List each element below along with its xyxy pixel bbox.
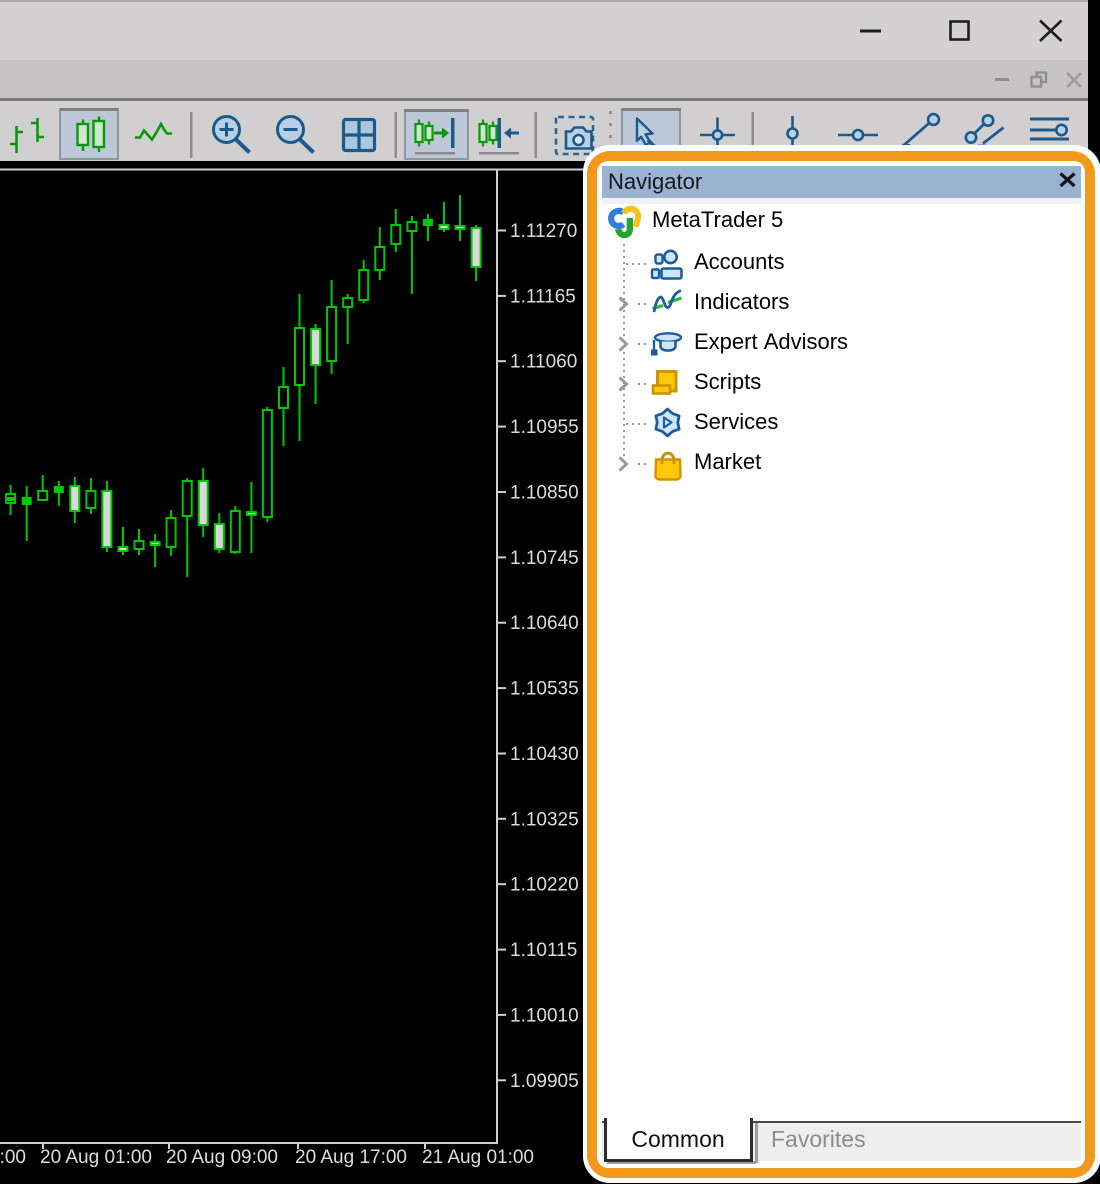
svg-text:1.10010: 1.10010 [510,1005,579,1026]
svg-text:1.09905: 1.09905 [510,1071,579,1092]
svg-text:21 Aug 01:00: 21 Aug 01:00 [422,1147,534,1168]
svg-text:19 Aug 17:00: 19 Aug 17:00 [0,1147,26,1168]
svg-text:1.10115: 1.10115 [510,940,577,961]
svg-text:1.11165: 1.11165 [510,286,576,307]
svg-text:1.10220: 1.10220 [510,875,579,896]
svg-text:1.11270: 1.11270 [510,221,577,242]
svg-text:1.10850: 1.10850 [510,483,579,504]
svg-text:1.10325: 1.10325 [510,809,579,830]
svg-text:1.10640: 1.10640 [510,613,579,634]
svg-text:1.10535: 1.10535 [510,679,579,700]
svg-text:1.10745: 1.10745 [510,548,579,569]
svg-text:1.11060: 1.11060 [510,352,577,373]
svg-text:1.10430: 1.10430 [510,744,579,765]
svg-text:1.10955: 1.10955 [510,417,579,438]
svg-text:20 Aug 01:00: 20 Aug 01:00 [40,1147,152,1168]
svg-text:20 Aug 09:00: 20 Aug 09:00 [166,1147,278,1168]
svg-text:20 Aug 17:00: 20 Aug 17:00 [295,1147,407,1168]
